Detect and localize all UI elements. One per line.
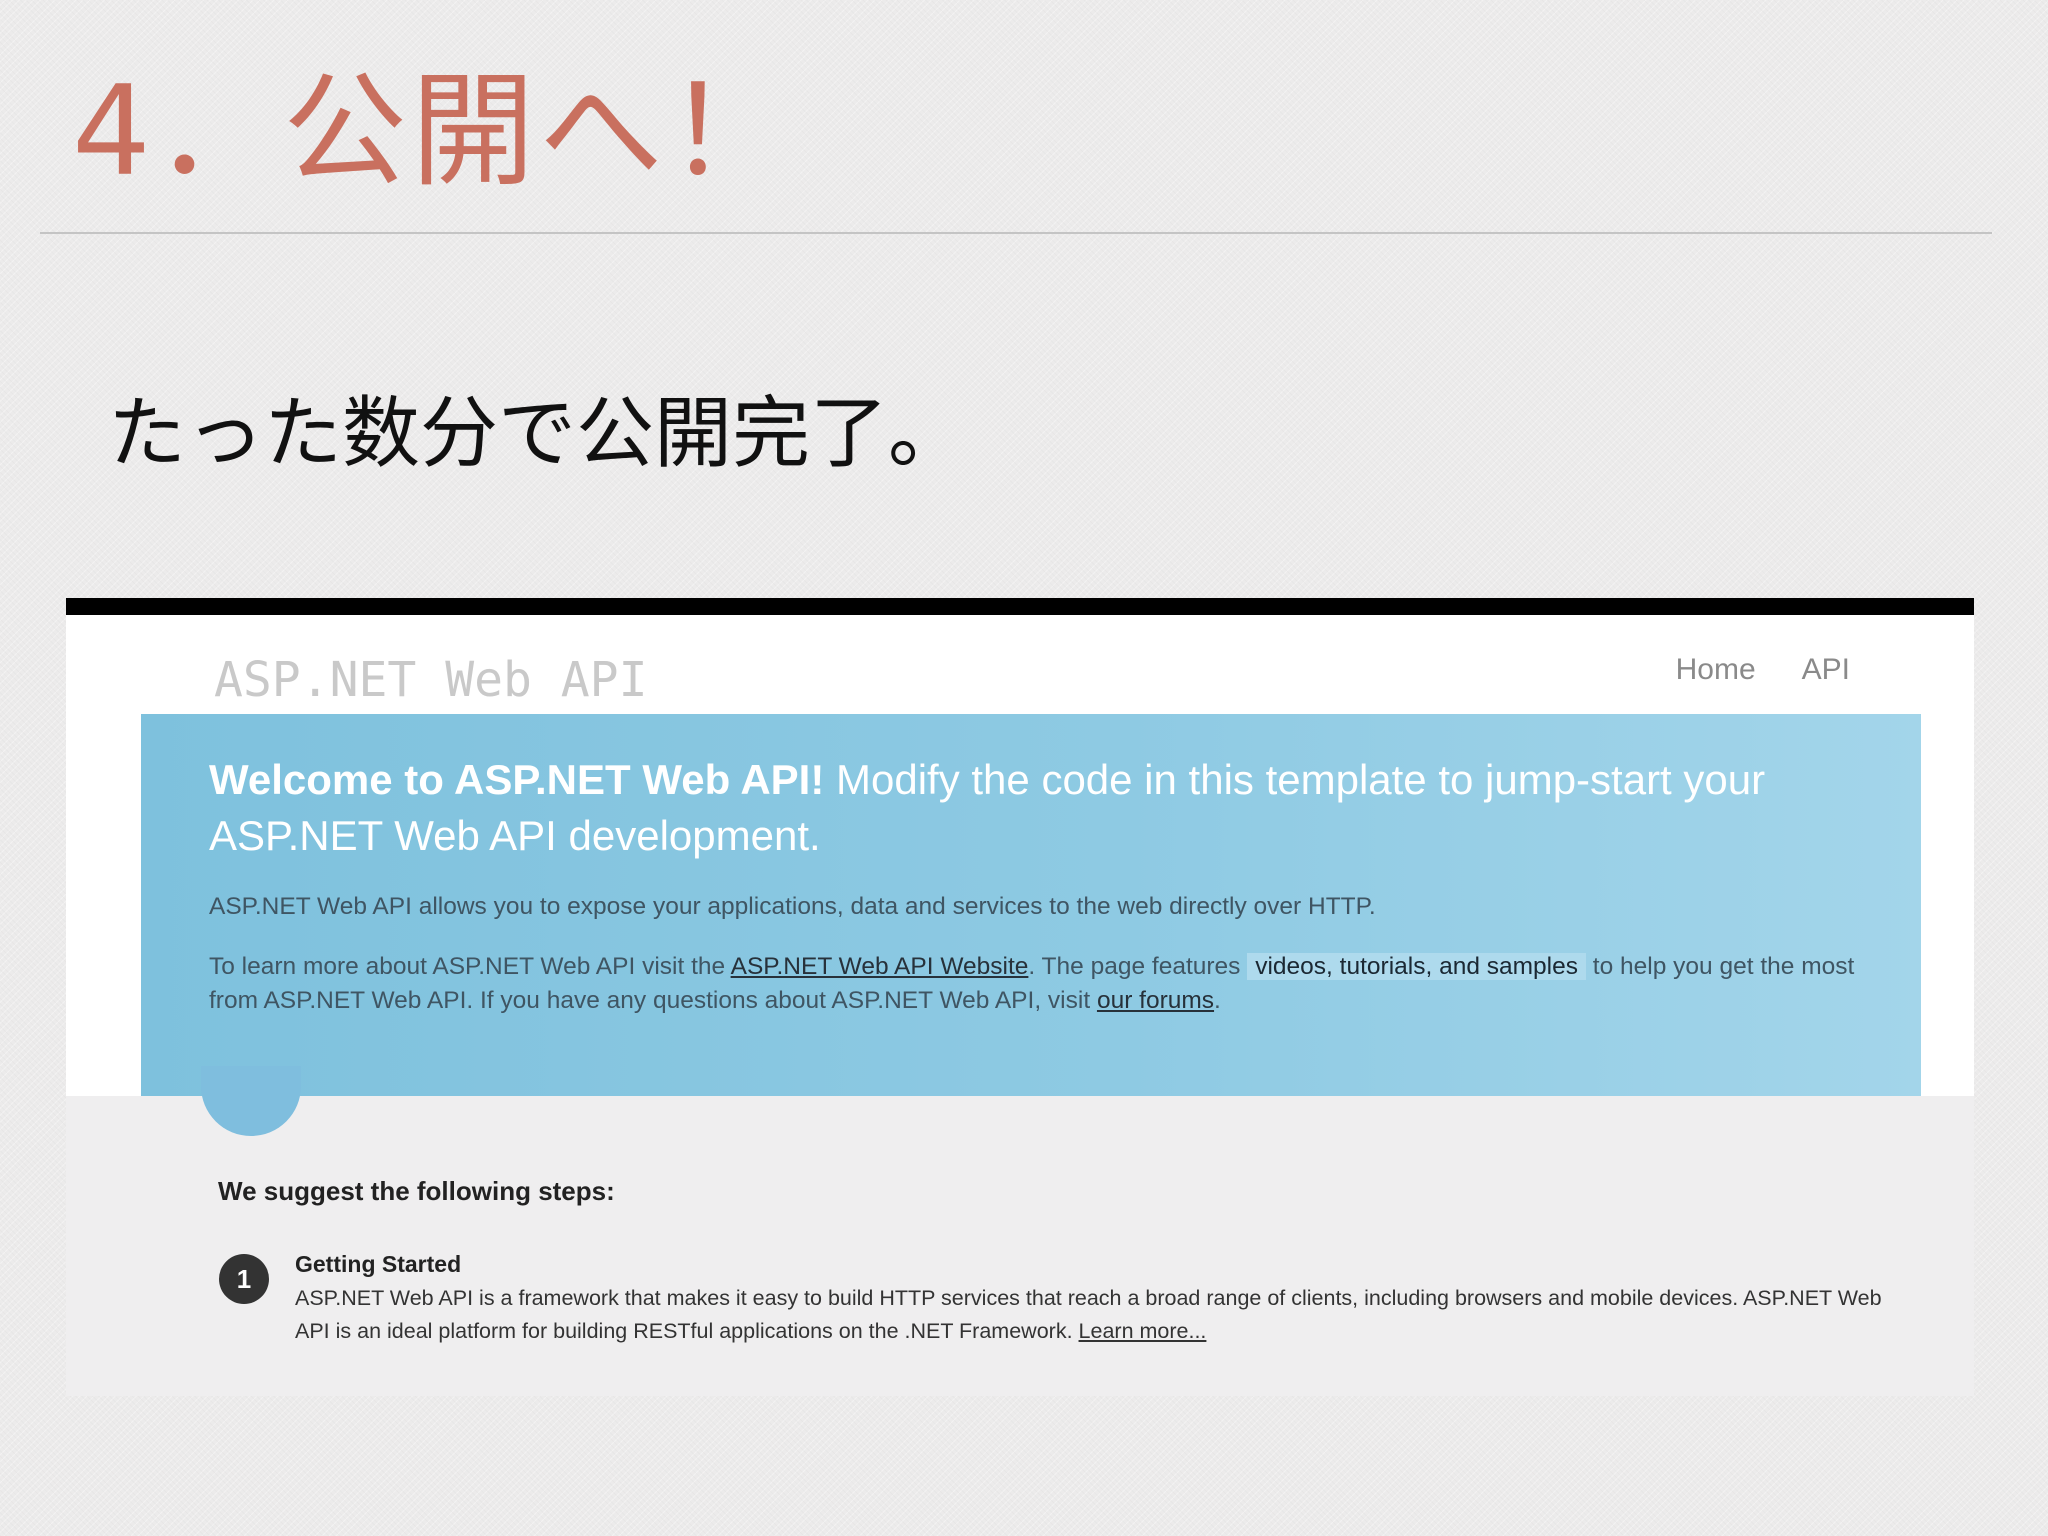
- step-description: ASP.NET Web API is a framework that make…: [295, 1282, 1915, 1348]
- forums-link[interactable]: our forums: [1097, 987, 1214, 1014]
- aspnet-website-link[interactable]: ASP.NET Web API Website: [731, 953, 1029, 980]
- hero-text-part: . The page features: [1028, 953, 1241, 980]
- hero-text-part: .: [1214, 987, 1221, 1014]
- videos-tutorials-highlight[interactable]: videos, tutorials, and samples: [1247, 953, 1586, 980]
- hero-intro-text: ASP.NET Web API allows you to expose you…: [209, 893, 1376, 920]
- step-number-badge: 1: [219, 1254, 269, 1304]
- nav-api-link[interactable]: API: [1802, 650, 1850, 690]
- steps-section: We suggest the following steps: 1 Gettin…: [66, 1096, 1974, 1396]
- step-title: Getting Started: [295, 1251, 462, 1277]
- web-api-screenshot: ASP.NET Web API Home API Welcome to ASP.…: [66, 598, 1974, 1396]
- nav-home-link[interactable]: Home: [1676, 650, 1756, 690]
- steps-heading: We suggest the following steps:: [218, 1176, 615, 1206]
- top-bar: [66, 598, 1974, 615]
- hero-text-part: To learn more about ASP.NET Web API visi…: [209, 953, 726, 980]
- title-divider: [40, 232, 1992, 234]
- site-title: ASP.NET Web API: [214, 652, 648, 708]
- slide-body-text: たった数分で公開完了。: [108, 389, 967, 479]
- hero-banner: Welcome to ASP.NET Web API! Modify the c…: [141, 714, 1921, 1096]
- main-nav: Home API: [1676, 650, 1850, 690]
- hero-heading-bold: Welcome to ASP.NET Web API!: [209, 756, 825, 803]
- hero-learn-more-text: To learn more about ASP.NET Web API visi…: [209, 950, 1869, 1018]
- learn-more-link[interactable]: Learn more...: [1079, 1319, 1207, 1343]
- slide-title: 4．公開へ！: [72, 60, 795, 204]
- hero-heading: Welcome to ASP.NET Web API! Modify the c…: [209, 752, 1889, 864]
